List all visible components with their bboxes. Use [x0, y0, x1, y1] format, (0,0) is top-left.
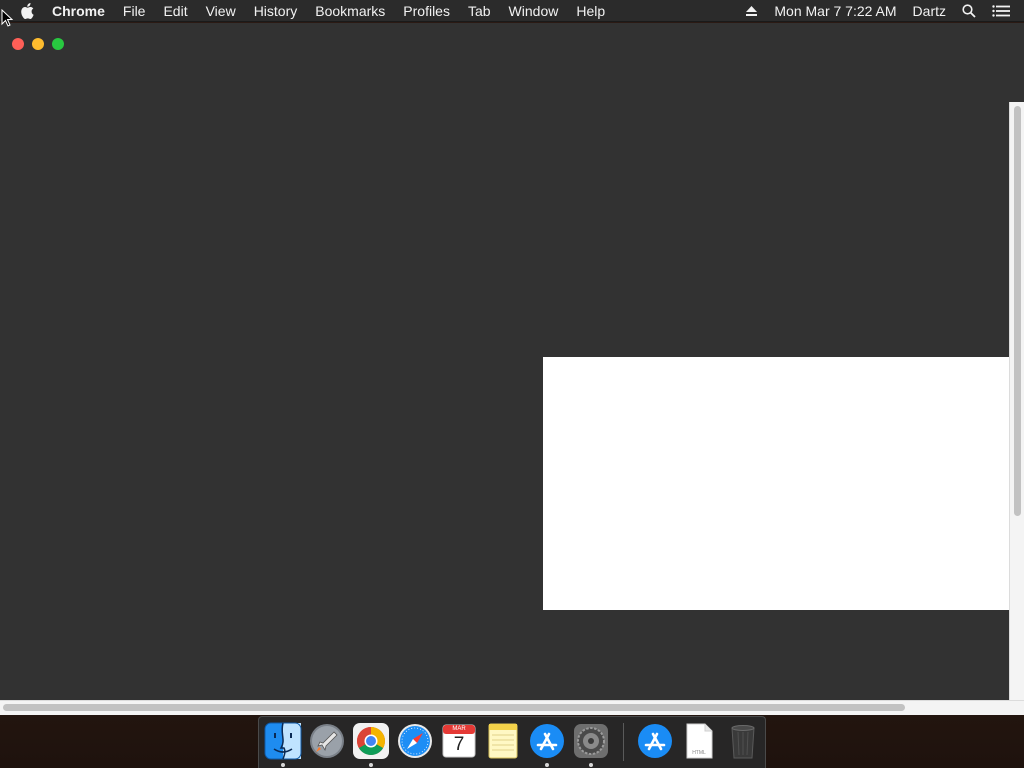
- system-preferences-icon[interactable]: [572, 722, 610, 760]
- notes-icon[interactable]: [484, 722, 522, 760]
- menu-help[interactable]: Help: [567, 0, 614, 22]
- trash-icon[interactable]: [724, 722, 762, 760]
- finder-running-indicator: [281, 763, 285, 767]
- html-file-icon[interactable]: HTML: [680, 722, 718, 760]
- dock-separator: [623, 723, 624, 761]
- menubar-clock[interactable]: Mon Mar 7 7:22 AM: [774, 0, 896, 22]
- horizontal-scrollbar[interactable]: [0, 700, 1024, 715]
- app-store-icon[interactable]: [528, 722, 566, 760]
- calendar-month: MAR: [452, 726, 466, 732]
- calendar-icon[interactable]: MAR 7: [440, 722, 478, 760]
- apple-icon[interactable]: [20, 2, 34, 19]
- browser-window: [0, 23, 1024, 715]
- safari-icon[interactable]: [396, 722, 434, 760]
- menu-window[interactable]: Window: [500, 0, 568, 22]
- mouse-cursor-icon: [1, 9, 13, 27]
- eject-icon[interactable]: [745, 5, 758, 17]
- html-file-label: HTML: [692, 750, 706, 756]
- chrome-icon[interactable]: [352, 722, 390, 760]
- vertical-scrollbar[interactable]: [1009, 102, 1024, 700]
- menu-profiles[interactable]: Profiles: [394, 0, 459, 22]
- notification-center-icon[interactable]: [992, 4, 1010, 17]
- menu-bookmarks[interactable]: Bookmarks: [306, 0, 394, 22]
- menu-app-name[interactable]: Chrome: [52, 0, 114, 22]
- menu-file[interactable]: File: [114, 0, 155, 22]
- calendar-day: 7: [453, 734, 465, 755]
- menu-bar: Chrome File Edit View History Bookmarks …: [0, 0, 1024, 22]
- menubar-user[interactable]: Dartz: [913, 0, 946, 22]
- horizontal-scroll-thumb[interactable]: [3, 704, 905, 711]
- vertical-scroll-thumb[interactable]: [1014, 106, 1021, 516]
- menu-tab[interactable]: Tab: [459, 0, 500, 22]
- finder-icon[interactable]: [264, 722, 302, 760]
- app-store-download-icon[interactable]: [636, 722, 674, 760]
- menu-history[interactable]: History: [245, 0, 307, 22]
- app-store-running-indicator: [545, 763, 549, 767]
- chrome-running-indicator: [369, 763, 373, 767]
- dock: MAR 7 HTML: [258, 716, 766, 768]
- white-content-panel: [543, 357, 1009, 610]
- spotlight-search-icon[interactable]: [962, 3, 976, 18]
- launchpad-icon[interactable]: [308, 722, 346, 760]
- menu-edit[interactable]: Edit: [154, 0, 196, 22]
- system-preferences-running-indicator: [589, 763, 593, 767]
- menu-view[interactable]: View: [197, 0, 245, 22]
- page-content-area: [0, 23, 1010, 699]
